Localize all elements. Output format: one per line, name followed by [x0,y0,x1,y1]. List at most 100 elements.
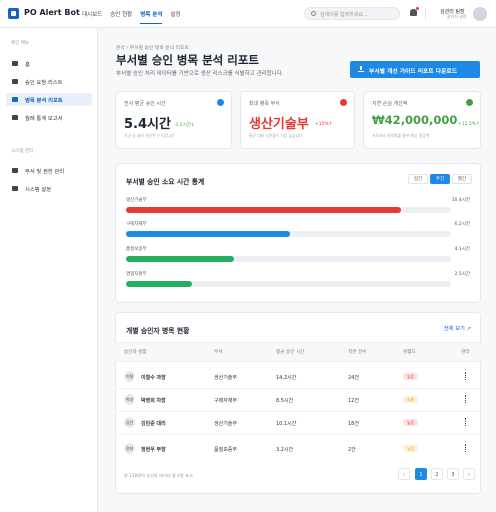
kpi-footnote: 평균 대비 지연율이 가장 높습니다 [249,133,303,138]
download-label: 부서별 개선 가이드 리포트 다운로드 [369,69,458,75]
approver-dept: 품질보증부 [214,447,238,453]
kebab-menu-icon[interactable] [465,418,467,426]
kpi-footnote: 프로세스 최적화를 통한 예상 절감액 [372,133,430,138]
sidebar-item-requests[interactable]: 승인 요청 리스트 [6,75,92,88]
th-manage: 관리 [461,350,470,355]
th-avg-time: 평균 승인 시간 [276,350,305,355]
sidebar-item-home[interactable]: 홈 [6,57,92,70]
sidebar-item-departments[interactable]: 부서 및 권한 관리 [6,164,92,177]
toggle-daily[interactable]: 일간 [408,174,428,184]
avatar[interactable] [473,7,487,21]
search-input[interactable]: 검색어를 입력하세요... [304,7,400,20]
toggle-monthly[interactable]: 월간 [452,174,472,184]
row-divider [115,411,481,412]
download-report-button[interactable]: 부서별 개선 가이드 리포트 다운로드 [350,61,480,78]
stats-card: 부서별 승인 소요 시간 통계 일간 주간 월간 생산기술부 10.4시간 구매자재… [115,163,481,303]
next-page-button[interactable]: › [463,468,475,480]
bar-value: 6.2시간 [454,222,470,227]
top-nav: 대시보드 승인 현황 병목 분석 설정 [82,10,181,24]
th-name: 승인자 성함 [124,350,147,355]
bar-label: 품질보증부 [126,247,147,252]
bar-track [126,207,451,213]
bar-track [126,231,451,237]
th-risk: 위험도 [403,350,416,355]
nav-approval-status[interactable]: 승인 현황 [110,10,132,24]
kebab-menu-icon[interactable] [465,395,467,403]
kpi-label: 최대 병목 부서 [249,101,280,107]
approver-dept: 생산기술부 [214,421,238,427]
risk-badge: 높음 [403,419,418,426]
kpi-label: 지연 손실 개선액 [372,101,408,107]
kebab-menu-icon[interactable] [465,444,467,452]
row-divider [115,388,481,389]
bar [126,281,193,287]
kpi-value: ₩42,000,000 [372,113,458,127]
nav-bottleneck[interactable]: 병목 분석 [140,10,163,24]
approver-avg-time: 3.2시간 [276,447,294,453]
view-all-link[interactable]: 전체 보기 ↗ [444,324,471,332]
row-divider [115,434,481,435]
approver-dept: 생산기술부 [214,375,238,381]
risk-badge: 높음 [403,373,418,380]
nav-settings[interactable]: 설정 [170,10,180,24]
notification-dot [416,7,419,10]
sidebar-item-label: 월례 통계 보고서 [25,116,63,122]
kpi-card-avg-time: 전사 평균 승인 시간 5.4시간 -1.2시간↓ 지난 달 대비 개선된 수치… [115,91,232,149]
gear-icon [12,186,18,191]
approver-delays: 12건 [348,398,359,404]
list-icon [12,79,18,84]
th-dept: 부서 [214,350,223,355]
bar-value: 10.4시간 [451,198,470,203]
sidebar-section-system: 시스템 관리 [11,149,34,154]
stats-title: 부서별 승인 소요 시간 통계 [126,178,205,186]
sidebar-item-bottleneck[interactable]: 병목 분석 리포트 [6,93,92,106]
kpi-delta: +12.5%↑ [458,122,480,127]
page-1[interactable]: 1 [415,468,427,480]
search-placeholder: 검색어를 입력하세요... [320,12,368,18]
prev-page-button[interactable]: ‹ [398,468,410,480]
approver-avg-time: 8.5시간 [276,398,294,404]
approver-name: 정현우 부장 [141,447,166,453]
approvers-card: 개별 승인자 병목 현황 전체 보기 ↗ [115,312,481,494]
nav-dashboard[interactable]: 대시보드 [82,10,102,24]
kpi-delta: +15%↑ [315,122,333,127]
approver-avg-time: 14.2시간 [276,375,297,381]
kpi-card-max-bottleneck: 최대 병목 부서 생산기술부 +15%↑ 평균 대비 지연율이 가장 높습니다 [240,91,355,149]
bell-icon[interactable] [410,9,417,16]
bar-track [126,281,451,287]
kpi-value: 생산기술부 [249,117,309,132]
sidebar: 메인 메뉴 홈 승인 요청 리스트 병목 분석 리포트 월례 통계 보고서 시스… [0,28,98,512]
page-title: 부서별 승인 병목 분석 리포트 [116,53,259,67]
search-icon [311,11,316,16]
risk-badge: 낮음 [403,445,418,452]
alert-icon [340,99,347,106]
kpi-footnote: 지난 달 대비 개선된 수치입니다 [124,133,175,138]
sidebar-item-label: 시스템 설정 [25,187,52,193]
bar [126,231,290,237]
page-subtitle: 부서별 승인 처리 데이터를 기반으로 생산 리스크를 식별하고 관리합니다. [116,71,284,77]
avatar: 정현 [124,443,135,454]
table-footer-info: 총 128명의 승인자 데이터 중 4명 표시 [124,473,193,478]
bar-label: 생산기술부 [126,198,147,203]
risk-badge: 보통 [403,396,418,403]
approver-delays: 2건 [348,447,356,453]
avatar: 박영 [124,394,135,405]
user-role: 관리자 권한 [447,14,467,19]
toggle-weekly[interactable]: 주간 [430,174,450,184]
top-header: PO Alert Bot 대시보드 승인 현황 병목 분석 설정 검색어를 입력… [0,0,496,28]
bar [126,207,401,213]
sidebar-section-main: 메인 메뉴 [11,41,29,46]
kebab-menu-icon[interactable] [465,372,467,380]
page-2[interactable]: 2 [431,468,443,480]
kpi-delta: -1.2시간↓ [174,123,195,128]
sidebar-item-system-settings[interactable]: 시스템 설정 [6,182,92,195]
page-3[interactable]: 3 [447,468,459,480]
approver-delays: 18건 [348,421,359,427]
sidebar-item-label: 홈 [25,62,30,68]
bar [126,256,235,262]
money-icon [466,99,473,106]
sidebar-item-monthly[interactable]: 월례 통계 보고서 [6,111,92,124]
th-delays: 지연 건수 [348,350,367,355]
avatar: 이철 [124,371,135,382]
clock-icon [217,99,224,106]
